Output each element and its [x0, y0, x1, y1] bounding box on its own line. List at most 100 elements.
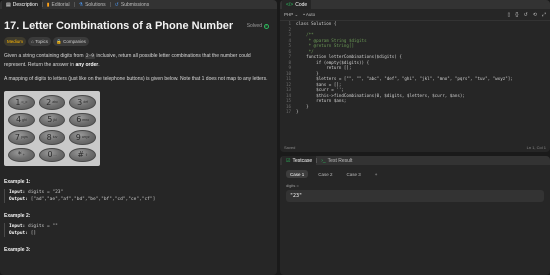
description-paragraph-1: Given a string containing digits from 2-… — [4, 52, 273, 69]
key-letters: mno — [82, 117, 90, 122]
editor-statusbar: Saved Ln 1, Col 1 — [280, 142, 550, 152]
flask-icon: ⚗ — [78, 1, 84, 8]
key-digit: 5 — [47, 115, 53, 125]
key-digit: # — [77, 150, 85, 160]
example-output: Output: ["ad","ae","af","bd","be","bf","… — [9, 196, 273, 203]
key-letters: + — [22, 152, 25, 157]
problem-title[interactable]: 17. Letter Combinations of a Phone Numbe… — [4, 20, 233, 32]
output-label: Output: — [9, 197, 28, 202]
tab-label: Test Result — [327, 157, 353, 164]
keypad-key: 9 wxyz — [69, 130, 96, 145]
tab-label: Code — [295, 1, 308, 8]
case-tab-1[interactable]: Case 1 — [286, 170, 309, 178]
code-panel: </> Code PHP ⌄ • Auto ▯ {} ↺ ⟲ ⤢ 1 class … — [280, 0, 550, 152]
companies-chip[interactable]: 🔒 Companies — [53, 37, 89, 46]
keypad-key: * + — [8, 147, 35, 162]
reset-icon[interactable]: ⟲ — [533, 12, 537, 18]
example-input: Input: digits = "" — [9, 223, 273, 230]
tab-label: Submissions — [120, 1, 150, 8]
description-paragraph-2: A mapping of digits to letters (just lik… — [4, 76, 268, 82]
key-digit: 4 — [15, 115, 22, 125]
add-case-button[interactable]: + — [371, 170, 382, 178]
language-label: PHP — [284, 11, 294, 17]
problem-content: 17. Letter Combinations of a Phone Numbe… — [0, 9, 277, 253]
code-tabbar: </> Code — [280, 0, 550, 9]
code-text: class Solution { — [296, 21, 337, 26]
keypad-key: 4 ghi — [8, 112, 35, 127]
editor-toolbar: PHP ⌄ • Auto ▯ {} ↺ ⟲ ⤢ — [280, 9, 550, 21]
key-digit: 8 — [46, 132, 52, 142]
auto-mode[interactable]: • Auto — [303, 12, 315, 17]
variable-label: digits = — [286, 183, 299, 188]
tab-editorial[interactable]: ▮ Editorial — [43, 0, 74, 9]
mode-label: Auto — [305, 12, 316, 17]
problem-panel: ▤ Description ▮ Editorial ⚗ Solutions ↺ … — [0, 0, 277, 275]
input-value: digits = "" — [27, 224, 58, 229]
key-letters: wxyz — [81, 135, 90, 140]
tab-label: Description — [12, 1, 38, 8]
topics-chip[interactable]: ⌂ Topics — [28, 37, 51, 46]
testcase-panel: ☑ Testcase ›_ Test Result Case 1 Case 2 … — [280, 156, 550, 275]
expand-icon[interactable]: ⤢ — [542, 12, 546, 18]
code-editor[interactable]: 1 class Solution {2 3 /** 4 * @param String… — [280, 21, 550, 142]
checkbox-icon: ☑ — [286, 157, 291, 164]
key-digit: 2 — [46, 97, 52, 107]
chevron-down-icon: ⌄ — [294, 11, 299, 17]
output-value: ["ad","ae","af","bd","be","bf","cd","ce"… — [30, 197, 156, 202]
input-value: digits = "23" — [27, 190, 64, 195]
tab-label: Solutions — [85, 1, 106, 8]
companies-label: Companies — [63, 39, 86, 44]
key-letters: jkl — [53, 117, 57, 122]
key-letters: def — [83, 100, 89, 105]
input-label: Input: — [9, 190, 26, 195]
key-letters: o_o — [21, 100, 28, 105]
case-tab-3[interactable]: Case 3 — [343, 170, 365, 178]
key-letters: pqrs — [20, 135, 28, 140]
keypad-key: 1 o_o — [8, 95, 35, 110]
key-letters: abc — [52, 100, 58, 105]
tab-test-result[interactable]: ›_ Test Result — [317, 156, 356, 165]
testcase-input[interactable]: "23" — [286, 190, 544, 202]
example-block: Input: digits = "23" Output: ["ad","ae",… — [4, 189, 273, 203]
example-title: Example 1: — [4, 179, 31, 185]
line-number: 17 — [285, 109, 291, 114]
code-line: 17} — [280, 109, 550, 115]
bookmark-icon[interactable]: ▯ — [507, 12, 510, 18]
key-digit: * — [17, 150, 22, 160]
keypad-key: 7 pqrs — [8, 130, 35, 145]
key-letters: ⇧ — [85, 152, 88, 157]
book-icon: ▮ — [46, 1, 50, 8]
tag-icon: ⌂ — [31, 39, 34, 44]
tab-solutions[interactable]: ⚗ Solutions — [75, 0, 110, 9]
keypad-key: 6 mno — [69, 112, 96, 127]
braces-icon[interactable]: {} — [515, 12, 518, 18]
keypad-key: 2 abc — [38, 95, 66, 110]
undo-icon[interactable]: ↺ — [524, 12, 528, 18]
solved-label: Solved — [246, 23, 262, 29]
tab-submissions[interactable]: ↺ Submissions — [111, 0, 154, 9]
desc-text: Given a string containing digits from — [4, 53, 85, 59]
terminal-icon: ›_ — [321, 157, 326, 164]
tab-testcase[interactable]: ☑ Testcase — [282, 156, 317, 165]
example-block: Input: digits = "" Output: [] — [4, 223, 273, 237]
keypad-key: # ⇧ — [69, 147, 96, 162]
problem-tabbar: ▤ Description ▮ Editorial ⚗ Solutions ↺ … — [0, 0, 277, 9]
title-row: 17. Letter Combinations of a Phone Numbe… — [4, 20, 273, 32]
code-text: } — [296, 109, 299, 114]
history-icon: ↺ — [114, 1, 119, 8]
case-tabs: Case 1 Case 2 Case 3 + — [280, 165, 550, 178]
toolbar-left: PHP ⌄ • Auto — [284, 12, 315, 18]
lock-icon: • — [303, 12, 305, 17]
output-label: Output: — [9, 231, 28, 236]
key-letters: tuv — [52, 135, 58, 140]
keypad-key: 5 jkl — [38, 112, 66, 127]
case-tab-2[interactable]: Case 2 — [314, 170, 336, 178]
tab-code[interactable]: </> Code — [282, 0, 312, 9]
keypad-key: 8 tuv — [38, 130, 66, 145]
language-select[interactable]: PHP ⌄ — [284, 12, 298, 18]
lock-icon: 🔒 — [56, 38, 62, 44]
tab-label: Testcase — [292, 157, 313, 164]
tab-description[interactable]: ▤ Description — [2, 0, 42, 9]
key-digit: 3 — [77, 97, 83, 107]
key-digit: 7 — [14, 132, 20, 142]
